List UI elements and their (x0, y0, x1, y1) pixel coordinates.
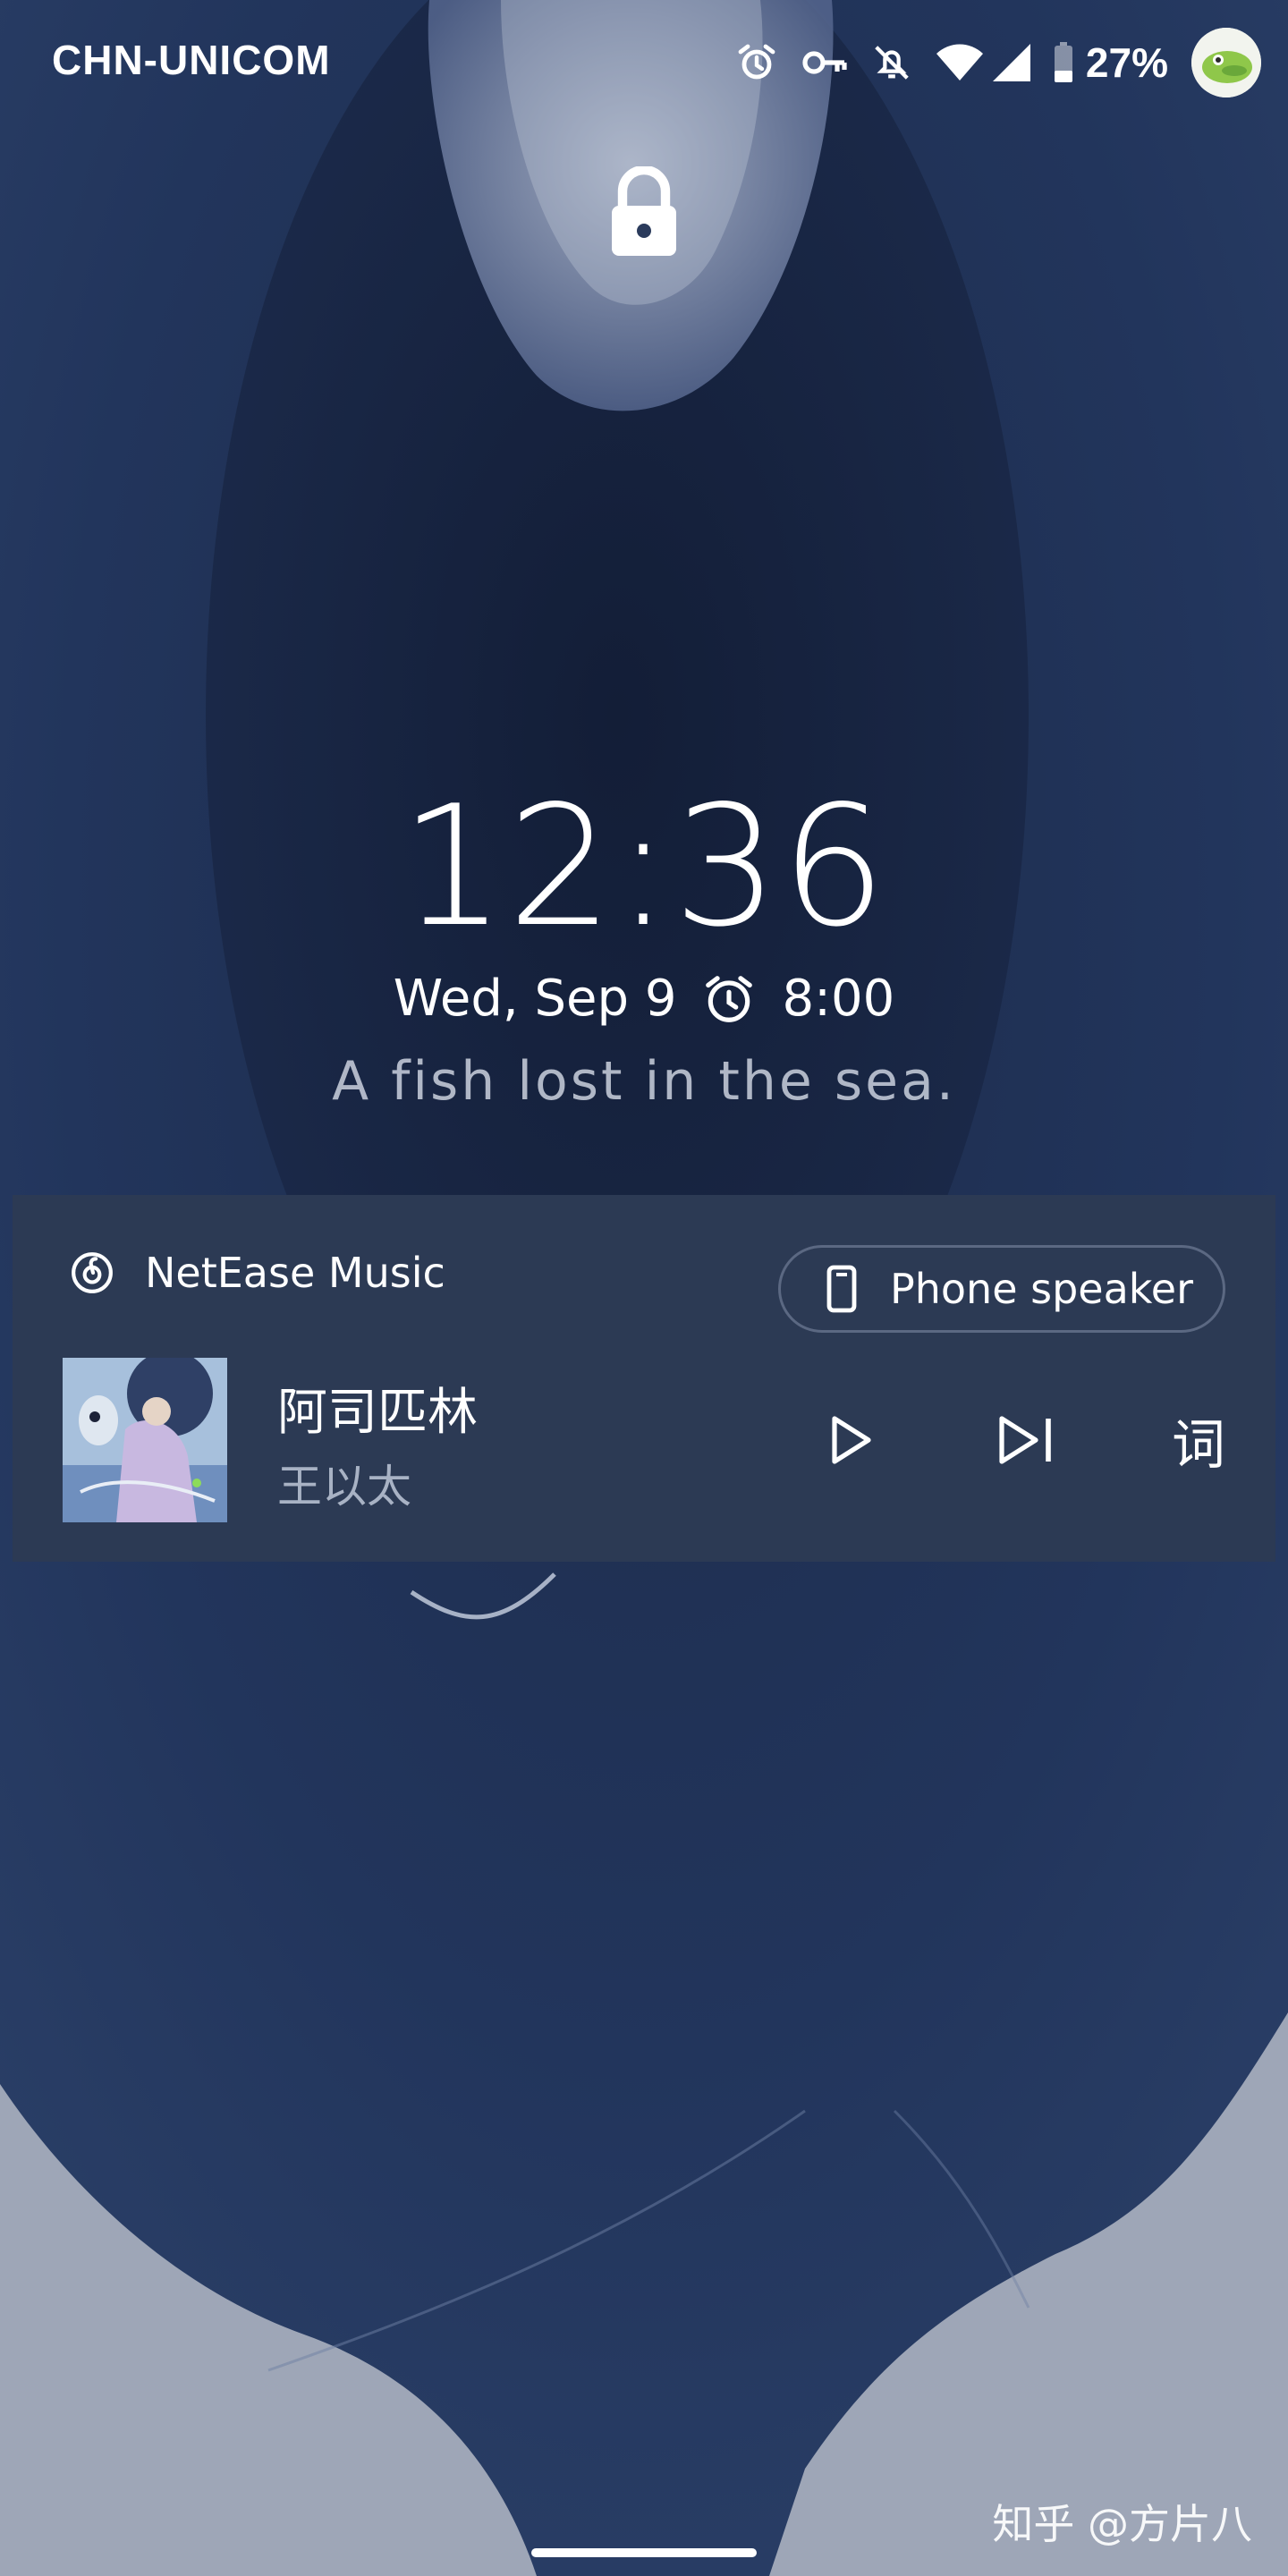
lock-icon (608, 165, 680, 263)
vpn-key-icon (801, 45, 848, 80)
media-notification[interactable]: NetEase Music Phone speaker 阿司匹林 王以太 词 (13, 1195, 1275, 1562)
battery-percent: 27% (1085, 39, 1168, 86)
output-device-button[interactable]: Phone speaker (778, 1245, 1225, 1333)
lyrics-button[interactable]: 词 (1156, 1397, 1241, 1483)
phone-icon (826, 1264, 858, 1314)
play-icon (829, 1413, 874, 1467)
media-app-name: NetEase Music (145, 1249, 445, 1297)
wifi-icon (936, 43, 984, 82)
media-app-header: NetEase Music (70, 1249, 445, 1297)
next-alarm-time: 8:00 (782, 970, 895, 1028)
skip-next-icon (996, 1413, 1054, 1467)
alarm-icon (735, 41, 778, 84)
owner-info-text: A fish lost in the sea. (332, 1050, 956, 1113)
track-artist: 王以太 (277, 1461, 411, 1513)
clock: 12:36 (399, 769, 889, 963)
status-icons: 27% (735, 25, 1261, 100)
date-row: Wed, Sep 9 8:00 (0, 970, 1288, 1028)
netease-music-icon (70, 1250, 114, 1295)
notifications-off-icon (871, 41, 912, 84)
cellular-signal-icon (992, 44, 1030, 81)
skip-next-button[interactable] (982, 1397, 1068, 1483)
status-bar: CHN-UNICOM 27% (0, 0, 1288, 125)
battery-icon (1054, 42, 1073, 83)
watermark: 知乎 @方片八 (992, 2500, 1252, 2548)
date-label: Wed, Sep 9 (393, 970, 677, 1028)
output-device-label: Phone speaker (890, 1265, 1193, 1313)
album-art (63, 1358, 227, 1522)
alarm-clock-icon (701, 971, 757, 1027)
track-title: 阿司匹林 (277, 1384, 478, 1442)
user-avatar[interactable] (1191, 28, 1261, 97)
carrier-name: CHN-UNICOM (52, 37, 331, 83)
navigation-handle[interactable] (531, 2548, 757, 2557)
play-button[interactable] (809, 1397, 894, 1483)
